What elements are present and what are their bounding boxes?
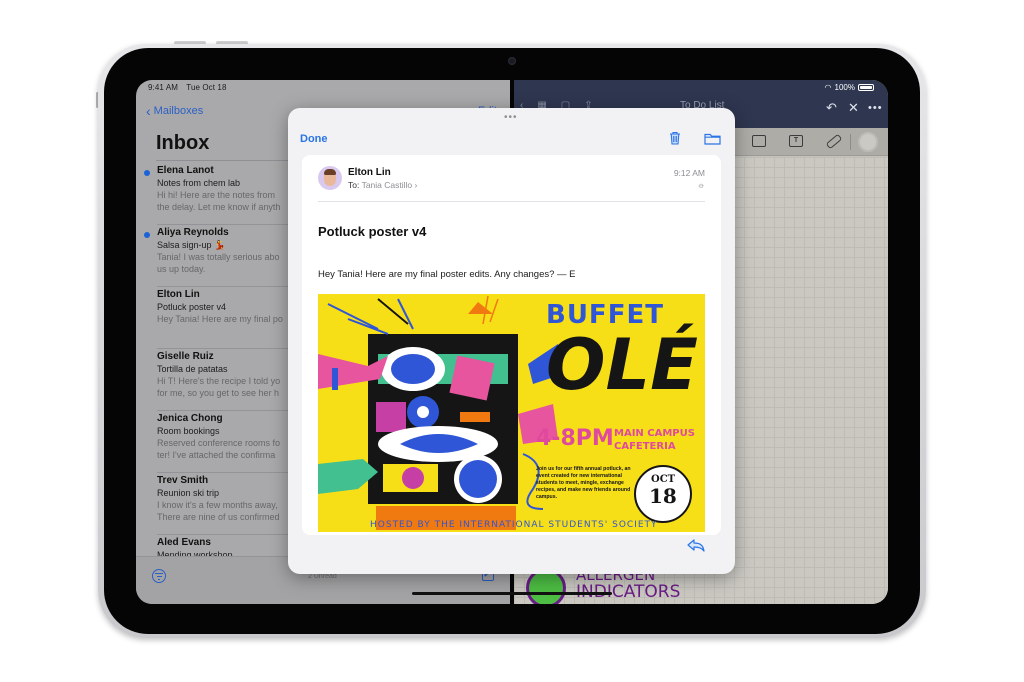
poster-headline-large: OLÉ — [546, 324, 698, 406]
chevron-right-icon: › — [414, 180, 418, 190]
email-time: 9:12 AM — [673, 168, 705, 178]
battery-percent: 100% — [834, 83, 855, 92]
status-bar-right: ◠ 100% — [825, 83, 874, 92]
to-label: To: — [348, 180, 360, 190]
drag-handle-icon[interactable]: ••• — [504, 112, 518, 123]
folder-icon[interactable] — [704, 133, 721, 145]
unread-dot-icon — [144, 170, 150, 176]
product-stage: 9:41 AM Tue Oct 18 ‹ Mailboxes Edit Inbo… — [0, 0, 1024, 682]
chevron-left-icon: ‹ — [146, 103, 151, 119]
email-sender[interactable]: Elton Lin — [348, 167, 391, 178]
poster-location: CAFETERIA — [614, 441, 676, 452]
battery-icon — [858, 84, 874, 91]
camera-icon — [508, 57, 516, 65]
avatar[interactable] — [318, 166, 342, 190]
status-bar-left: 9:41 AM Tue Oct 18 — [148, 83, 233, 92]
email-body: Hey Tania! Here are my final poster edit… — [318, 269, 576, 280]
email-card: Elton Lin To: Tania Castillo › 9:12 AM ⌀… — [302, 155, 721, 535]
email-recipient-line[interactable]: To: Tania Castillo › — [348, 180, 417, 190]
status-date: Tue Oct 18 — [186, 83, 227, 92]
status-time: 9:41 AM — [148, 83, 179, 92]
color-picker-icon[interactable] — [858, 132, 878, 152]
poster-image-attachment[interactable]: BUFFET OLÉ 4-8PM MAIN CAMPUS CAFETERIA J… — [318, 294, 705, 532]
wifi-icon: ◠ — [824, 83, 832, 92]
close-icon[interactable]: ✕ — [848, 100, 859, 116]
undo-icon[interactable]: ↶ — [826, 100, 837, 116]
email-modal: ••• Done Elton Lin To: Tania Castillo › … — [288, 108, 735, 574]
home-indicator[interactable] — [412, 592, 612, 595]
poster-time: 4-8PM — [536, 426, 614, 451]
divider — [318, 201, 705, 202]
paperclip-icon: ⌀ — [696, 180, 707, 191]
reply-icon[interactable] — [687, 538, 705, 552]
text-tool-icon[interactable]: T — [789, 135, 803, 147]
email-subject: Potluck poster v4 — [318, 224, 427, 239]
done-button[interactable]: Done — [300, 133, 328, 145]
mailboxes-back-button[interactable]: ‹ Mailboxes — [146, 104, 203, 118]
poster-location: MAIN CAMPUS — [614, 428, 695, 439]
trash-icon[interactable] — [669, 131, 681, 145]
divider — [850, 134, 851, 150]
poster-footer: HOSTED BY THE INTERNATIONAL STUDENTS' SO… — [370, 520, 658, 530]
marker-tool-icon[interactable] — [825, 133, 843, 150]
page-title: Inbox — [156, 132, 210, 154]
poster-blurb: Join us for our fifth annual potluck, an… — [536, 466, 631, 500]
unread-dot-icon — [144, 232, 150, 238]
poster-day: 18 — [649, 484, 677, 508]
image-tool-icon[interactable] — [752, 135, 766, 147]
unread-count: 2 Unread — [308, 573, 337, 580]
email-recipient: Tania Castillo — [361, 180, 413, 190]
more-icon[interactable]: ••• — [868, 102, 883, 114]
filter-icon[interactable] — [152, 569, 166, 583]
mailboxes-label: Mailboxes — [153, 105, 204, 117]
